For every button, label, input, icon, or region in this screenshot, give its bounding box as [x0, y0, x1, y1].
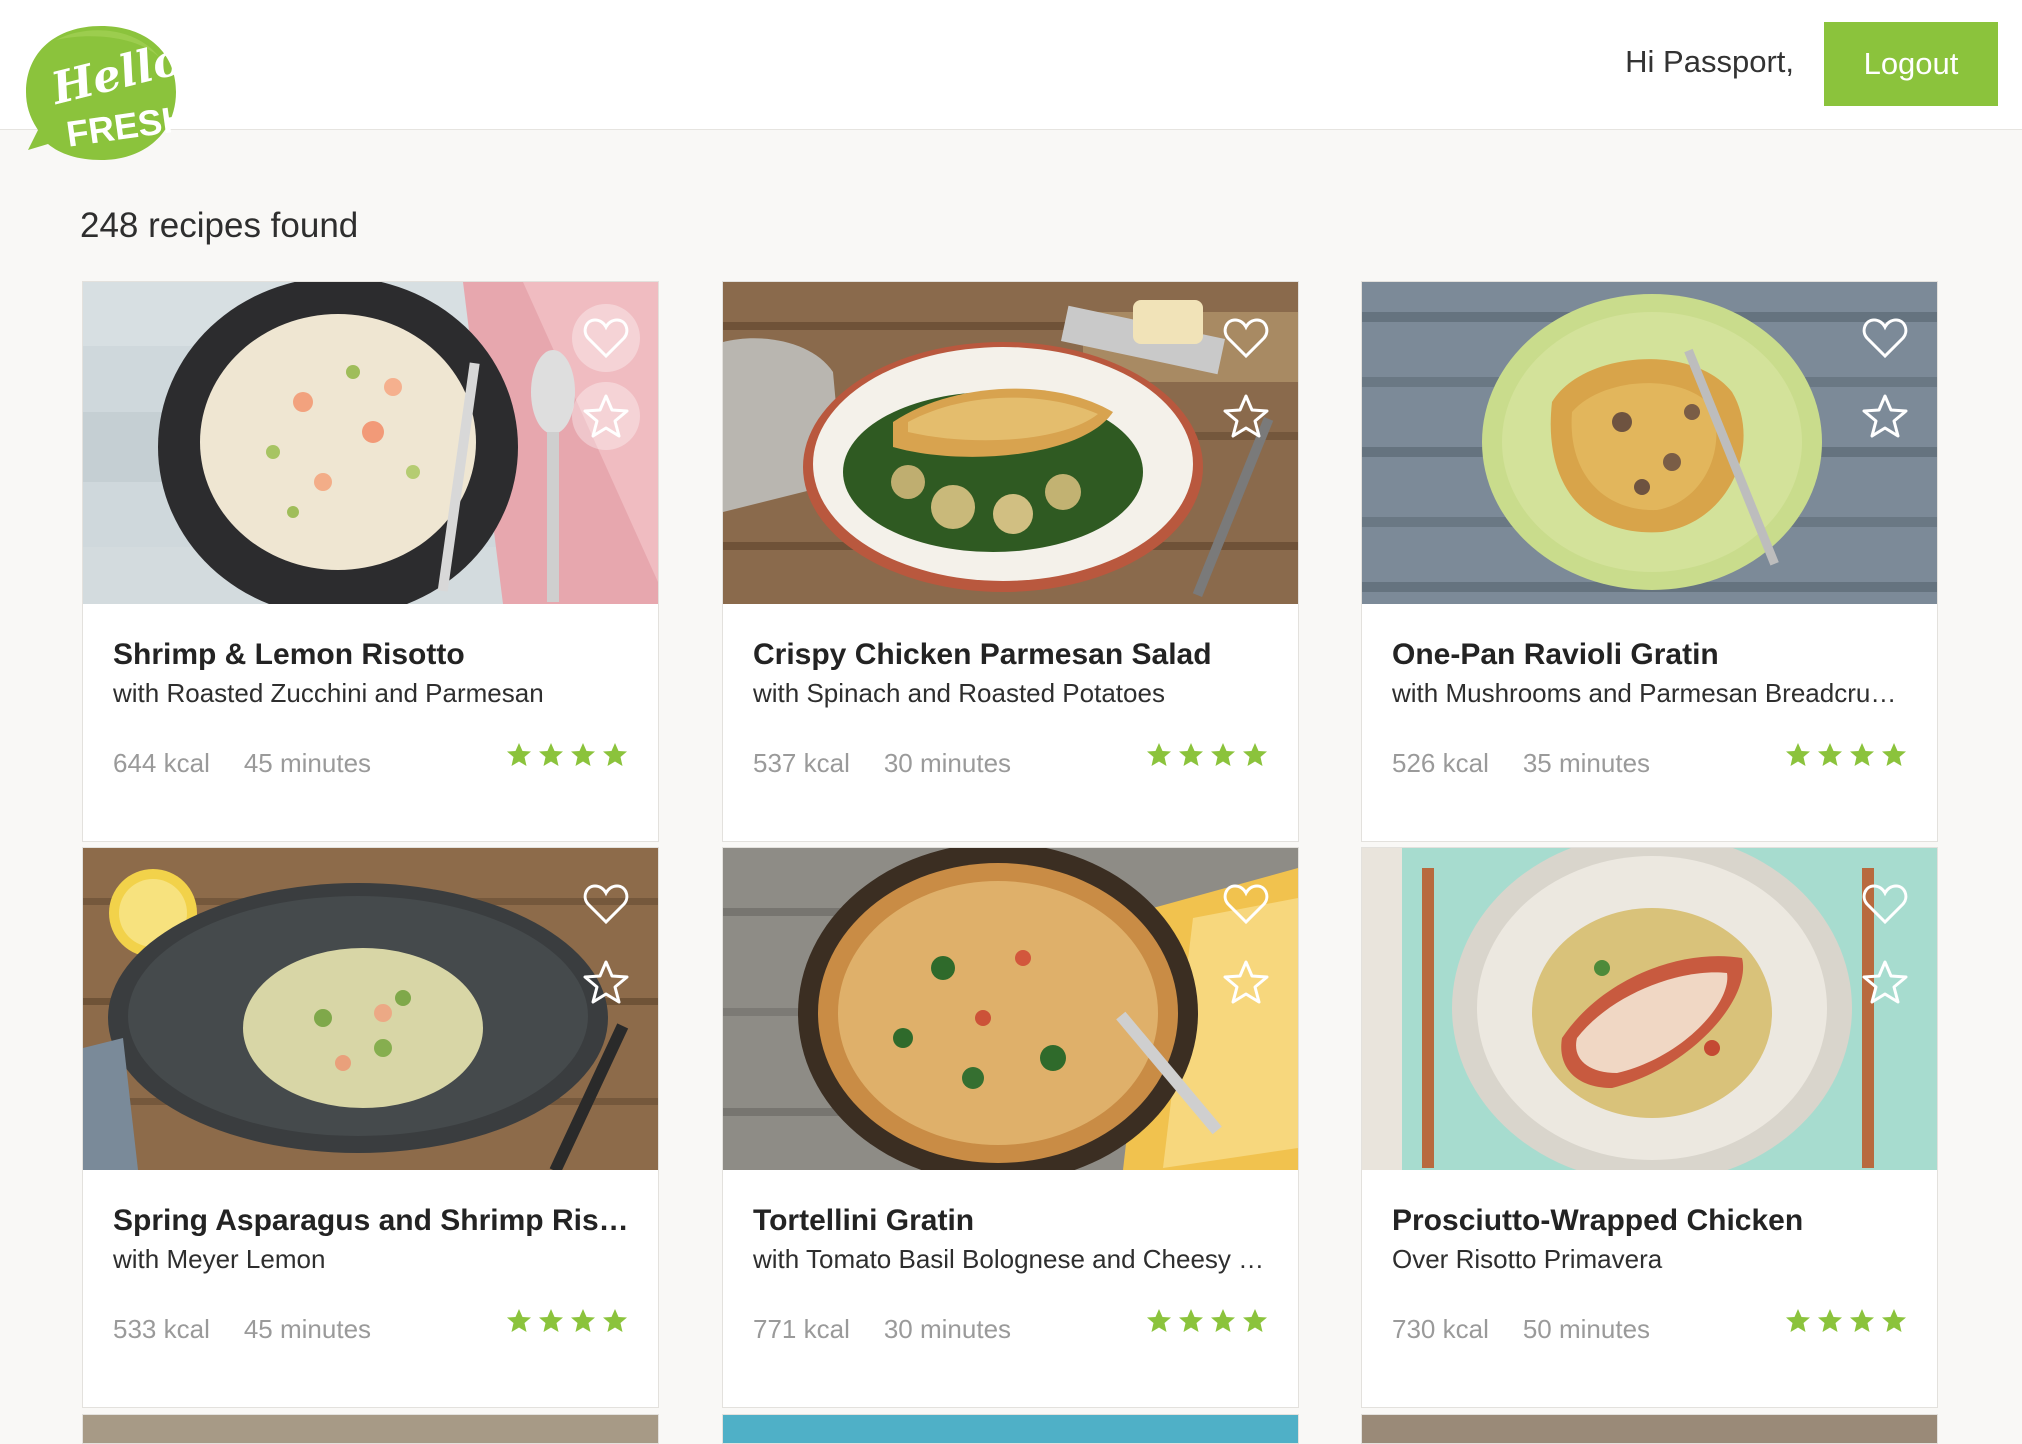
rating-star-icon [507, 743, 531, 766]
recipe-card[interactable]: Crispy Chicken Parmesan Salad with Spina… [722, 281, 1299, 842]
rate-star-icon[interactable] [1212, 382, 1280, 450]
rating-star-icon [571, 1309, 595, 1332]
user-greeting: Hi Passport, [1625, 44, 1794, 79]
recipe-time: 35 minutes [1522, 748, 1651, 778]
recipe-card-partial[interactable] [82, 1414, 659, 1444]
recipe-card[interactable]: Prosciutto-Wrapped Chicken Over Risotto … [1361, 847, 1938, 1408]
top-bar: Hello FRESH Hi Passport, Logout [0, 0, 2022, 160]
rating-star-icon [571, 743, 595, 766]
recipe-card-partial[interactable] [722, 1414, 1299, 1444]
recipe-time: 30 minutes [883, 1314, 1012, 1344]
rate-star-icon[interactable] [1212, 948, 1280, 1016]
recipe-calories: 730 kcal [1392, 1314, 1489, 1344]
recipe-meta: 533 kcal 45 minutes [113, 1314, 371, 1345]
rating-star-icon [539, 1309, 563, 1332]
recipe-title[interactable]: Shrimp & Lemon Risotto [113, 638, 630, 672]
recipe-card[interactable]: Shrimp & Lemon Risotto with Roasted Zucc… [82, 281, 659, 842]
rating-star-icon [1786, 743, 1810, 766]
rating-star-icon [507, 1309, 531, 1332]
rating-star-icon [1818, 743, 1842, 766]
recipe-rating [1146, 742, 1268, 767]
recipe-card[interactable]: Spring Asparagus and Shrimp Risotto with… [82, 847, 659, 1408]
recipe-rating [506, 742, 628, 767]
recipe-photo[interactable] [83, 848, 658, 1170]
recipe-subtitle: with Spinach and Roasted Potatoes [753, 678, 1165, 708]
recipe-photo[interactable] [723, 282, 1298, 604]
rating-star-icon [1882, 743, 1906, 766]
favorite-heart-icon[interactable] [1212, 870, 1280, 938]
recipe-card[interactable]: One-Pan Ravioli Gratin with Mushrooms an… [1361, 281, 1938, 842]
rating-star-icon [603, 1309, 627, 1332]
recipe-calories: 537 kcal [753, 748, 850, 778]
recipe-subtitle: with Roasted Zucchini and Parmesan [113, 678, 544, 708]
rate-star-icon[interactable] [1851, 382, 1919, 450]
rating-star-icon [1243, 1309, 1267, 1332]
rating-star-icon [1179, 743, 1203, 766]
recipe-meta: 526 kcal 35 minutes [1392, 748, 1650, 779]
rating-star-icon [1818, 1309, 1842, 1332]
favorite-heart-icon[interactable] [572, 304, 640, 372]
rating-star-icon [1850, 743, 1874, 766]
rating-star-icon [1147, 743, 1171, 766]
recipe-meta: 644 kcal 45 minutes [113, 748, 371, 779]
recipe-calories: 644 kcal [113, 748, 210, 778]
recipe-title[interactable]: Prosciutto-Wrapped Chicken [1392, 1204, 1909, 1238]
recipe-subtitle: Over Risotto Primavera [1392, 1244, 1663, 1274]
rate-star-icon[interactable] [572, 382, 640, 450]
recipe-time: 30 minutes [883, 748, 1012, 778]
rating-star-icon [1850, 1309, 1874, 1332]
recipe-rating [1785, 742, 1907, 767]
rating-star-icon [603, 743, 627, 766]
recipe-photo[interactable] [83, 282, 658, 604]
recipe-title[interactable]: Tortellini Gratin [753, 1204, 1270, 1238]
favorite-heart-icon[interactable] [1851, 304, 1919, 372]
rating-star-icon [1786, 1309, 1810, 1332]
favorite-heart-icon[interactable] [1212, 304, 1280, 372]
recipe-title[interactable]: Crispy Chicken Parmesan Salad [753, 638, 1270, 672]
recipe-rating [1146, 1308, 1268, 1333]
recipe-meta: 771 kcal 30 minutes [753, 1314, 1011, 1345]
hellofresh-logo[interactable]: Hello FRESH [26, 22, 190, 164]
results-count: 248 recipes found [80, 206, 359, 245]
recipe-calories: 526 kcal [1392, 748, 1489, 778]
recipe-title[interactable]: Spring Asparagus and Shrimp Risotto [113, 1204, 630, 1238]
recipe-card-partial[interactable] [1361, 1414, 1938, 1444]
recipe-meta: 537 kcal 30 minutes [753, 748, 1011, 779]
recipe-rating [1785, 1308, 1907, 1333]
recipe-subtitle: with Tomato Basil Bolognese and Cheesy B… [753, 1244, 1270, 1274]
rating-star-icon [1147, 1309, 1171, 1332]
recipe-subtitle: with Mushrooms and Parmesan Breadcrumbs [1392, 678, 1909, 708]
recipe-time: 50 minutes [1522, 1314, 1651, 1344]
recipe-title[interactable]: One-Pan Ravioli Gratin [1392, 638, 1909, 672]
rating-star-icon [1243, 743, 1267, 766]
recipe-subtitle: with Meyer Lemon [113, 1244, 326, 1274]
rating-star-icon [1882, 1309, 1906, 1332]
recipe-calories: 771 kcal [753, 1314, 850, 1344]
favorite-heart-icon[interactable] [1851, 870, 1919, 938]
recipe-photo[interactable] [1362, 282, 1937, 604]
recipe-photo[interactable] [1362, 848, 1937, 1170]
rating-star-icon [1211, 1309, 1235, 1332]
recipe-calories: 533 kcal [113, 1314, 210, 1344]
rating-star-icon [1211, 743, 1235, 766]
favorite-heart-icon[interactable] [572, 870, 640, 938]
recipe-photo[interactable] [723, 848, 1298, 1170]
recipe-rating [506, 1308, 628, 1333]
rate-star-icon[interactable] [572, 948, 640, 1016]
recipe-card[interactable]: Tortellini Gratin with Tomato Basil Bolo… [722, 847, 1299, 1408]
rate-star-icon[interactable] [1851, 948, 1919, 1016]
recipe-meta: 730 kcal 50 minutes [1392, 1314, 1650, 1345]
logout-button[interactable]: Logout [1824, 22, 1998, 106]
rating-star-icon [1179, 1309, 1203, 1332]
rating-star-icon [539, 743, 563, 766]
recipe-time: 45 minutes [243, 748, 372, 778]
recipe-time: 45 minutes [243, 1314, 372, 1344]
